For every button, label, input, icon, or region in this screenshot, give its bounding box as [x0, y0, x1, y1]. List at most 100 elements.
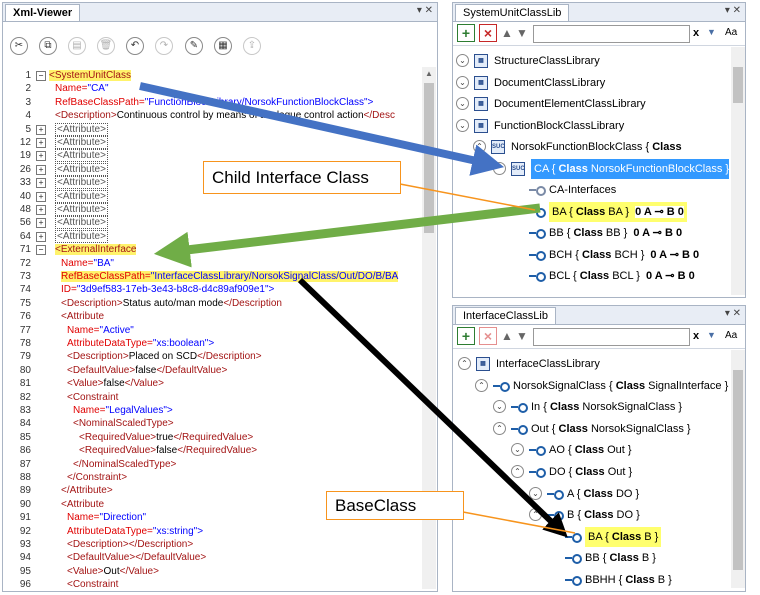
xml-line[interactable]: 96 <Constraint — [3, 578, 421, 591]
collapse-chevron-icon[interactable]: ⌃ — [529, 508, 542, 522]
paste-icon[interactable]: ▤ — [68, 37, 86, 55]
tab-xml-viewer[interactable]: Xml-Viewer — [5, 4, 81, 21]
tree-item[interactable]: ⌄ A { Class DO } — [453, 484, 729, 504]
tree-item[interactable]: BBHH { Class B } — [453, 570, 729, 590]
collapse-node-icon[interactable]: − — [36, 245, 46, 256]
xml-line[interactable]: 12 + <Attribute> — [3, 136, 421, 149]
xml-line[interactable]: 88 </Constraint> — [3, 471, 421, 484]
icl-scroll-thumb[interactable] — [733, 370, 743, 570]
add-icon[interactable]: + — [457, 24, 475, 42]
expand-chevron-icon[interactable]: ⌄ — [456, 75, 469, 89]
xml-line[interactable]: 92 AttributeDataType="xs:string"> — [3, 525, 421, 538]
save-icon[interactable]: ▦ — [214, 37, 232, 55]
xml-line[interactable]: 95 <Value>Out</Value> — [3, 565, 421, 578]
xml-line[interactable]: 56 + <Attribute> — [3, 216, 421, 230]
tree-item[interactable]: ⌄ ▦ DocumentClassLibrary — [453, 73, 729, 93]
expand-node-icon[interactable]: + — [36, 138, 46, 148]
xml-line[interactable]: 5 + <Attribute> — [3, 122, 421, 136]
remove-icon[interactable]: × — [479, 24, 497, 42]
xml-line[interactable]: 77 Name="Active" — [3, 324, 421, 337]
xml-line[interactable]: 84 <NominalScaledType> — [3, 417, 421, 430]
xml-line[interactable]: 4 <Description>Continuous control by mean… — [3, 109, 421, 122]
xml-line[interactable]: 76 <Attribute — [3, 310, 421, 323]
tree-item[interactable]: ⌃ SUC CA { Class NorsokFunctionBlockClass … — [453, 158, 729, 179]
tree-item[interactable]: ⌄ ▦ FunctionBlockClassLibrary — [453, 116, 729, 136]
xml-line[interactable]: 80 <DefaultValue>false</DefaultValue> — [3, 364, 421, 377]
expand-chevron-icon[interactable]: ⌄ — [493, 400, 506, 414]
xml-line[interactable]: 81 <Value>false</Value> — [3, 377, 421, 390]
tree-item[interactable]: ⌄ AO { Class Out } — [453, 440, 729, 460]
search-dropdown-icon[interactable]: ▼ — [707, 330, 716, 340]
xml-line[interactable]: 87 </NominalScaledType> — [3, 458, 421, 471]
xml-line[interactable]: 78 AttributeDataType="xs:boolean"> — [3, 337, 421, 350]
xml-line[interactable]: 82 <Constraint — [3, 391, 421, 404]
scroll-up-arrow-icon[interactable]: ▲ — [425, 69, 433, 78]
expand-node-icon[interactable]: + — [36, 151, 46, 162]
clean-icon[interactable]: ✎ — [185, 37, 203, 55]
tree-item[interactable]: ⌃ DO { Class Out } — [453, 462, 729, 482]
expand-node-icon[interactable]: + — [36, 178, 46, 189]
xml-line[interactable]: 94 <DefaultValue></DefaultValue> — [3, 551, 421, 564]
xml-line[interactable]: 72 Name="BA" — [3, 257, 421, 270]
tree-item[interactable]: ⌃ B { Class DO } — [453, 505, 729, 525]
xml-line[interactable]: 1− <SystemUnitClass — [3, 69, 421, 82]
search-clear-icon[interactable]: x — [693, 27, 699, 39]
tree-item[interactable]: BCH { Class BCH } 0 A ⊸ B 0 — [453, 245, 729, 265]
tab-system-unit-class-lib[interactable]: SystemUnitClassLib — [455, 4, 570, 21]
icl-vertical-scrollbar[interactable] — [731, 350, 745, 588]
copy-icon[interactable]: ⧉ — [39, 37, 57, 55]
arrow-up-icon[interactable]: ▲ — [501, 329, 513, 343]
xml-scroll-thumb[interactable] — [424, 83, 434, 233]
search-clear-icon[interactable]: x — [693, 330, 699, 342]
xml-line[interactable]: 85 <RequiredValue>true</RequiredValue> — [3, 431, 421, 444]
collapse-node-icon[interactable]: − — [36, 71, 46, 81]
export-icon[interactable]: ⇪ — [243, 37, 261, 55]
collapse-chevron-icon[interactable]: ⌃ — [458, 357, 471, 370]
cut-icon[interactable]: ✂ — [10, 37, 28, 55]
xml-line[interactable]: 93 <Description></Description> — [3, 538, 421, 551]
tab-interface-class-lib[interactable]: InterfaceClassLib — [455, 307, 556, 324]
xml-line[interactable]: 3 RefBaseClassPath="FunctionBlockLibrary/… — [3, 96, 421, 109]
case-sensitive-toggle[interactable]: Aa — [725, 330, 737, 341]
expand-chevron-icon[interactable]: ⌄ — [511, 443, 524, 457]
icl-search-input[interactable] — [533, 328, 690, 346]
remove-icon[interactable]: × — [479, 327, 497, 345]
xml-line[interactable]: 48 + <Attribute> — [3, 203, 421, 216]
tree-item[interactable]: BA { Class BA } 0 A ⊸ B 0 — [453, 201, 729, 222]
panel-pin-icon[interactable]: ▾ ✕ — [725, 5, 741, 16]
xml-line[interactable]: 86 <RequiredValue>false</RequiredValue> — [3, 444, 421, 457]
expand-chevron-icon[interactable]: ⌄ — [529, 486, 542, 500]
tree-item[interactable]: BB { Class BB } 0 A ⊸ B 0 — [453, 223, 729, 243]
tree-item[interactable]: BCL { Class BCL } 0 A ⊸ B 0 — [453, 266, 729, 286]
arrow-down-icon[interactable]: ▼ — [516, 329, 528, 343]
tree-item[interactable]: BB { Class B } — [453, 548, 729, 568]
xml-line[interactable]: 75 <Description>Status auto/man mode</Des… — [3, 297, 421, 310]
xml-line[interactable]: 71− <ExternalInterface — [3, 243, 421, 256]
suc-vertical-scrollbar[interactable] — [731, 47, 745, 295]
xml-line[interactable]: 73 RefBaseClassPath="InterfaceClassLibrar… — [3, 270, 421, 283]
xml-line[interactable]: 79 <Description>Placed on SCD</Descriptio… — [3, 350, 421, 363]
tree-item[interactable]: ⌃ ▦ InterfaceClassLibrary — [453, 354, 729, 374]
delete-icon[interactable]: 🗑 — [97, 37, 115, 55]
xml-line[interactable]: 2 Name="CA" — [3, 82, 421, 95]
expand-node-icon[interactable]: + — [36, 191, 46, 202]
xml-line[interactable]: 83 Name="LegalValues"> — [3, 404, 421, 417]
expand-node-icon[interactable]: + — [36, 231, 46, 242]
tree-item[interactable]: ⌄ In { Class NorsokSignalClass } — [453, 397, 729, 417]
undo-icon[interactable]: ↶ — [126, 37, 144, 55]
arrow-up-icon[interactable]: ▲ — [501, 26, 513, 40]
tree-item[interactable]: ⌃ SUC NorsokFunctionBlockClass { Class — [453, 137, 729, 157]
tree-item[interactable]: ⌄ ▦ DocumentElementClassLibrary — [453, 94, 729, 114]
expand-node-icon[interactable]: + — [36, 205, 46, 215]
collapse-chevron-icon[interactable]: ⌃ — [493, 421, 506, 435]
expand-chevron-icon[interactable]: ⌄ — [456, 97, 469, 110]
expand-node-icon[interactable]: + — [36, 124, 46, 135]
collapse-chevron-icon[interactable]: ⌃ — [473, 140, 486, 153]
expand-node-icon[interactable]: + — [36, 218, 46, 229]
add-icon[interactable]: + — [457, 327, 475, 345]
case-sensitive-toggle[interactable]: Aa — [725, 27, 737, 38]
suc-search-input[interactable] — [533, 25, 690, 43]
search-dropdown-icon[interactable]: ▼ — [707, 27, 716, 37]
suc-scroll-thumb[interactable] — [733, 67, 743, 103]
panel-pin-icon[interactable]: ▾ ✕ — [417, 5, 433, 16]
